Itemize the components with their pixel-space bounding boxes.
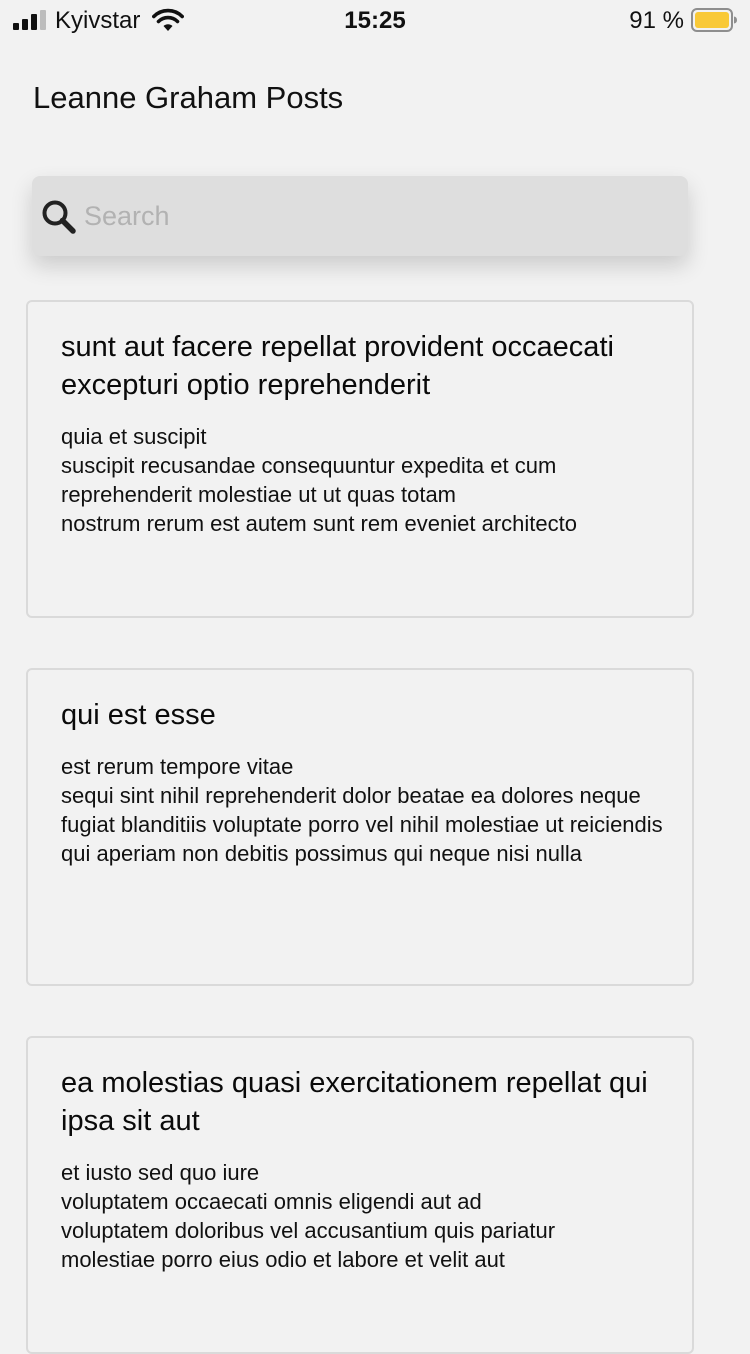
post-body: et iusto sed quo iure voluptatem occaeca… [61,1160,556,1272]
search-icon [42,200,76,234]
post-card[interactable]: sunt aut facere repellat provident occae… [26,300,694,618]
post-body: est rerum tempore vitae sequi sint nihil… [61,754,663,866]
post-title: sunt aut facere repellat provident occae… [61,331,614,401]
status-bar: Kyivstar 15:25 91 % [0,0,750,40]
post-card[interactable]: qui est esse est rerum tempore vitae seq… [26,668,694,986]
post-body: quia et suscipit suscipit recusandae con… [61,424,577,536]
search-input[interactable] [84,176,674,256]
battery-icon [691,8,737,32]
page-title: Leanne Graham Posts [33,80,344,115]
post-title: qui est esse [61,699,216,731]
post-card[interactable]: ea molestias quasi exercitationem repell… [26,1036,694,1354]
post-title: ea molestias quasi exercitationem repell… [61,1067,648,1137]
search-bar[interactable] [32,176,688,256]
battery-percent: 91 % [629,7,684,34]
